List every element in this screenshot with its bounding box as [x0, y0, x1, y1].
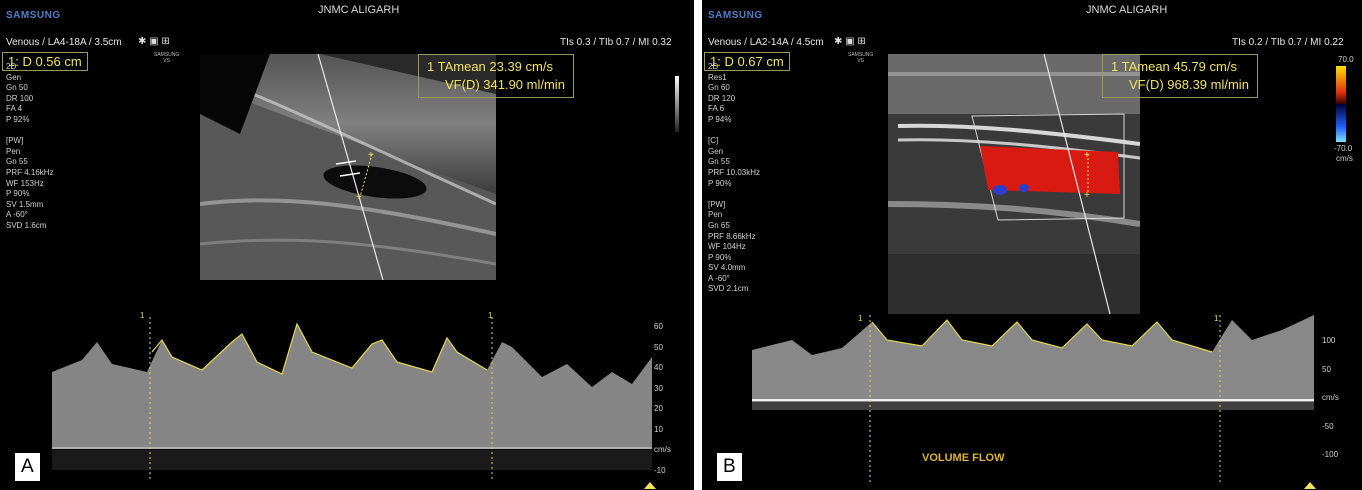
gate-marker: 1 — [488, 311, 493, 320]
scale-tick-label: 30 — [654, 383, 663, 393]
doppler-spectrum — [52, 317, 652, 482]
parameter-item: [PW] — [708, 199, 726, 209]
parameter-item: SVD 2.1cm — [708, 284, 749, 294]
panel-label: B — [716, 452, 743, 482]
scale-tick-label: cm/s — [1322, 393, 1339, 402]
scale-tick-label: cm/s — [654, 445, 671, 454]
scale-tick-label: 50 — [654, 342, 663, 352]
scale-tick-label: -100 — [1322, 450, 1339, 459]
parameter-item: P 94% — [708, 114, 732, 124]
parameter-item: Res1 — [708, 72, 727, 82]
hospital-name: JNMC ALIGARH — [1086, 4, 1168, 16]
panel-label: A — [14, 452, 41, 482]
probe-logo-icon: SAMSUNG VS — [848, 52, 874, 64]
color-scale-bottom: -70.0 — [1334, 144, 1353, 153]
parameter-item: PRF 4.16kHz — [6, 167, 54, 177]
parameter-item — [6, 126, 54, 137]
parameter-item — [708, 189, 760, 200]
probe-logo-icon: SAMSUNG VS — [154, 52, 180, 64]
parameter-list: 2D Gen Gn 50 DR 100 FA 4P 92% [PW] Pen Gn 55 PRF… — [6, 62, 54, 232]
parameter-item: Gn 50 — [6, 83, 28, 93]
parameter-item: [PW] — [6, 136, 24, 146]
brand-logo: SAMSUNG — [708, 10, 763, 21]
parameter-item: Gn 65 — [708, 220, 730, 230]
parameter-item: Gen — [708, 146, 724, 156]
tamean-value: 1 TAmean 45.79 cm/s — [1111, 59, 1237, 74]
parameter-item: FA 4 — [6, 104, 23, 114]
parameter-item: WF 104Hz — [708, 242, 746, 252]
parameter-item: Pen — [708, 210, 723, 220]
parameter-item: P 90% — [708, 178, 732, 188]
parameter-item: DR 120 — [708, 93, 736, 103]
color-scale-top: 70.0 — [1338, 55, 1354, 64]
parameter-item: Gn 55 — [708, 157, 730, 167]
scale-tick-label: 100 — [1322, 336, 1336, 345]
scale-tick-label: 40 — [654, 363, 663, 372]
parameter-item: P 90% — [6, 189, 30, 199]
parameter-item: WF 153Hz — [6, 178, 44, 188]
grayscale-bar — [675, 76, 679, 132]
doppler-spectrum — [752, 315, 1314, 482]
scale-tick-label: 10 — [654, 424, 663, 434]
cine-icon: ✱ ▣ ⊞ — [138, 36, 170, 47]
parameter-item: PRF 8.66kHz — [708, 231, 756, 241]
probe-info: Venous / LA2-14A / 4.5cm — [708, 37, 824, 48]
parameter-item: P 92% — [6, 114, 30, 124]
scale-tick-label: 60 — [654, 322, 663, 331]
volume-flow-value: VF(D) 968.39 ml/min — [1129, 77, 1249, 92]
thermal-index: TIs 0.3 / TIb 0.7 / MI 0.32 — [560, 37, 672, 48]
parameter-item: SVD 1.6cm — [6, 220, 47, 230]
gate-marker: 1 — [140, 311, 145, 320]
parameter-item: P 90% — [708, 252, 732, 262]
hospital-name: JNMC ALIGARH — [318, 4, 400, 16]
ultrasound-panel-b: SAMSUNG JNMC ALIGARH Venous / LA2-14A / … — [702, 0, 1362, 490]
svg-text:+: + — [1084, 190, 1090, 201]
parameter-item: 2D — [6, 62, 17, 71]
thermal-index: TIs 0.2 / TIb 0.7 / MI 0.22 — [1232, 37, 1344, 48]
parameter-item — [708, 126, 760, 137]
baseline-marker-icon — [1304, 482, 1316, 489]
parameter-item: A -60° — [708, 273, 730, 283]
parameter-item: Gn 60 — [708, 83, 730, 93]
baseline-marker-icon — [644, 482, 656, 489]
parameter-list: 2D Res1 Gn 60 DR 120 FA 6P 94% [C] Gen Gn 55 PRF… — [708, 62, 760, 295]
parameter-item: FA 6 — [708, 104, 725, 114]
brand-logo: SAMSUNG — [6, 10, 61, 21]
color-scale-unit: cm/s — [1336, 154, 1353, 163]
parameter-item: Gn 55 — [6, 157, 28, 167]
measurement-box: 1 TAmean 23.39 cm/s VF(D) 341.90 ml/min — [418, 54, 574, 98]
measurement-box: 1 TAmean 45.79 cm/s VF(D) 968.39 ml/min — [1102, 54, 1258, 98]
probe-info: Venous / LA4-18A / 3.5cm — [6, 37, 122, 48]
scale-tick-label: 50 — [1322, 364, 1331, 374]
parameter-item: 2D — [708, 62, 719, 71]
parameter-item: SV 4.0mm — [708, 263, 746, 273]
cine-icon: ✱ ▣ ⊞ — [834, 36, 866, 47]
svg-text:+: + — [1084, 150, 1090, 161]
scale-tick-label: -10 — [654, 465, 666, 475]
color-scale-bar — [1336, 66, 1346, 142]
volume-flow-label: VOLUME FLOW — [922, 452, 1005, 464]
ultrasound-panel-a: SAMSUNG JNMC ALIGARH Venous / LA4-18A / … — [0, 0, 694, 490]
parameter-item: Gen — [6, 72, 22, 82]
volume-flow-value: VF(D) 341.90 ml/min — [445, 77, 565, 92]
scale-tick-label: -50 — [1322, 421, 1334, 431]
tamean-value: 1 TAmean 23.39 cm/s — [427, 59, 553, 74]
parameter-item: SV 1.5mm — [6, 199, 44, 209]
parameter-item: DR 100 — [6, 93, 34, 103]
parameter-item: [C] — [708, 136, 719, 146]
parameter-item: PRF 10.03kHz — [708, 167, 761, 177]
parameter-item: A -60° — [6, 210, 28, 220]
gate-marker: 1 — [858, 314, 863, 323]
parameter-item: Pen — [6, 146, 21, 156]
gate-marker: 1 — [1214, 314, 1219, 323]
scale-tick-label: 20 — [654, 404, 663, 413]
